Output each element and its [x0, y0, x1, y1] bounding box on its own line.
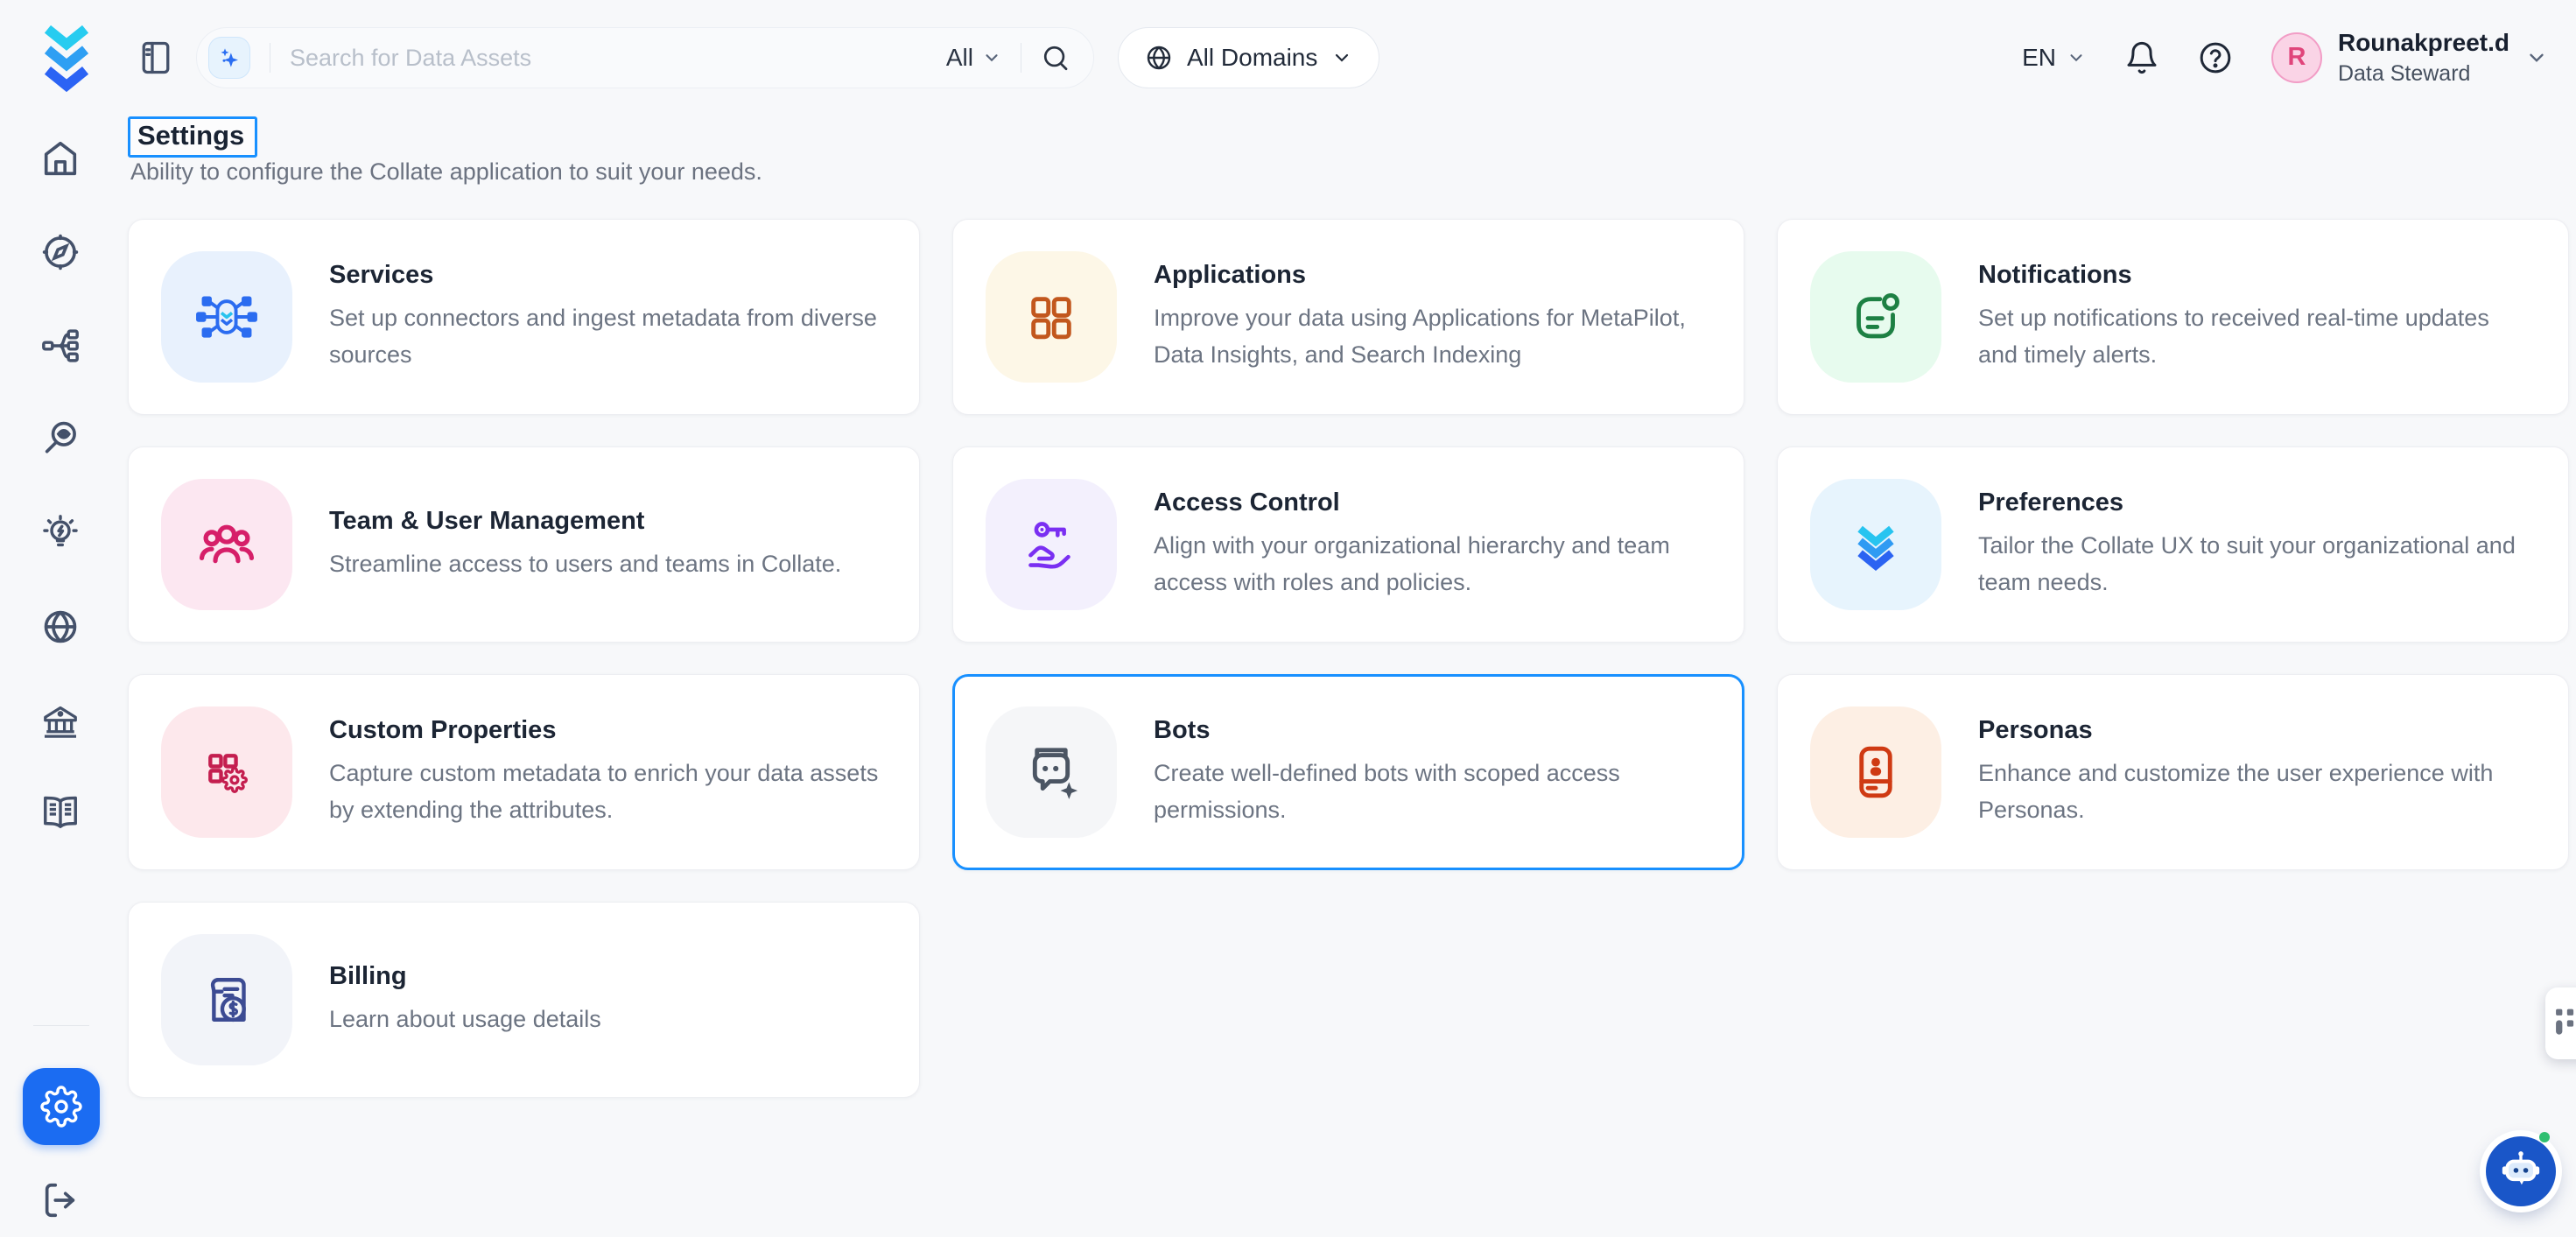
card-title: Custom Properties [329, 716, 881, 745]
top-right-actions: EN R Rounakpreet.d Data Steward [2022, 0, 2548, 115]
card-title: Applications [1154, 261, 1705, 290]
page-subtitle: Ability to configure the Collate applica… [130, 158, 762, 186]
gear-icon [40, 1086, 82, 1128]
bell-icon[interactable] [2124, 40, 2159, 75]
collate-logo [41, 22, 92, 92]
preferences-layers-icon [1810, 479, 1941, 610]
page-title-highlight: Settings [128, 116, 257, 158]
settings-card-grid: Services Set up connectors and ingest me… [128, 219, 2569, 1098]
search-scope-dropdown[interactable]: All [946, 44, 1001, 72]
chevron-down-icon [1331, 47, 1352, 68]
card-personas[interactable]: Personas Enhance and customize the user … [1777, 674, 2569, 870]
search-scope-label: All [946, 44, 973, 72]
card-applications[interactable]: Applications Improve your data using App… [952, 219, 1744, 415]
language-dropdown[interactable]: EN [2022, 44, 2086, 72]
team-users-icon [161, 479, 292, 610]
search-bar: All [196, 27, 1094, 88]
chevron-down-icon [2067, 48, 2086, 67]
card-description: Set up notifications to received real-ti… [1978, 300, 2530, 374]
sidebar-item-home[interactable] [40, 138, 81, 179]
logout-icon[interactable] [40, 1180, 81, 1220]
card-description: Improve your data using Applications for… [1154, 300, 1705, 374]
card-description: Streamline access to users and teams in … [329, 546, 841, 583]
panel-toggle-icon[interactable] [137, 39, 175, 77]
card-title: Bots [1154, 716, 1705, 745]
card-title: Personas [1978, 716, 2530, 745]
card-description: Create well-defined bots with scoped acc… [1154, 756, 1705, 829]
page-title: Settings [137, 120, 244, 151]
edge-widget-tab[interactable] [2545, 987, 2576, 1059]
language-label: EN [2022, 44, 2056, 72]
card-description: Enhance and customize the user experienc… [1978, 756, 2530, 829]
widget-grip-icon [2554, 1006, 2576, 1041]
card-title: Notifications [1978, 261, 2530, 290]
card-title: Access Control [1154, 488, 1705, 517]
left-sidebar [0, 115, 120, 1237]
user-menu[interactable]: R Rounakpreet.d Data Steward [2271, 29, 2548, 87]
custom-properties-icon [161, 706, 292, 838]
persona-card-icon [1810, 706, 1941, 838]
sidebar-item-governance[interactable] [40, 702, 81, 742]
search-icon[interactable] [1041, 43, 1070, 73]
card-notifications[interactable]: Notifications Set up notifications to re… [1777, 219, 2569, 415]
card-description: Learn about usage details [329, 1002, 601, 1038]
card-bots[interactable]: Bots Create well-defined bots with scope… [952, 674, 1744, 870]
chevron-down-icon [2525, 46, 2548, 69]
card-custom-properties[interactable]: Custom Properties Capture custom metadat… [128, 674, 920, 870]
sidebar-item-glossary[interactable] [40, 792, 81, 833]
globe-icon [1145, 44, 1173, 72]
ai-sparkle-icon[interactable] [208, 37, 250, 79]
apps-grid-icon [986, 251, 1117, 383]
card-title: Preferences [1978, 488, 2530, 517]
sidebar-item-settings-active[interactable] [23, 1068, 100, 1145]
sidebar-item-explore[interactable] [40, 232, 81, 272]
avatar: R [2271, 32, 2322, 83]
card-billing[interactable]: Billing Learn about usage details [128, 902, 920, 1098]
domains-label: All Domains [1187, 44, 1317, 72]
chat-bot-button[interactable] [2486, 1136, 2556, 1206]
card-access-control[interactable]: Access Control Align with your organizat… [952, 446, 1744, 643]
card-title: Services [329, 261, 881, 290]
help-icon[interactable] [2198, 40, 2233, 75]
card-description: Align with your organizational hierarchy… [1154, 528, 1705, 601]
user-role: Data Steward [2338, 61, 2509, 87]
domains-dropdown[interactable]: All Domains [1118, 27, 1379, 88]
card-preferences[interactable]: Preferences Tailor the Collate UX to sui… [1777, 446, 2569, 643]
status-dot [2539, 1132, 2550, 1142]
card-description: Capture custom metadata to enrich your d… [329, 756, 881, 829]
services-hub-icon [161, 251, 292, 383]
card-title: Team & User Management [329, 507, 841, 536]
sidebar-item-insights[interactable] [40, 513, 81, 553]
divider [33, 1025, 89, 1026]
search-input[interactable] [290, 45, 946, 72]
user-name: Rounakpreet.d [2338, 29, 2509, 57]
sidebar-item-data-flow[interactable] [40, 326, 81, 366]
card-team-user-management[interactable]: Team & User Management Streamline access… [128, 446, 920, 643]
avatar-initial: R [2287, 43, 2306, 72]
card-description: Tailor the Collate UX to suit your organ… [1978, 528, 2530, 601]
notification-icon [1810, 251, 1941, 383]
sidebar-item-observability[interactable] [40, 418, 81, 458]
top-bar: All All Domains EN R Rounak [0, 0, 2576, 115]
sidebar-item-domains[interactable] [40, 607, 81, 647]
billing-receipt-icon [161, 934, 292, 1065]
card-title: Billing [329, 962, 601, 991]
access-key-icon [986, 479, 1117, 610]
card-services[interactable]: Services Set up connectors and ingest me… [128, 219, 920, 415]
card-description: Set up connectors and ingest metadata fr… [329, 300, 881, 374]
bot-icon [986, 706, 1117, 838]
chevron-down-icon [982, 48, 1001, 67]
chat-bot-icon [2498, 1149, 2544, 1194]
